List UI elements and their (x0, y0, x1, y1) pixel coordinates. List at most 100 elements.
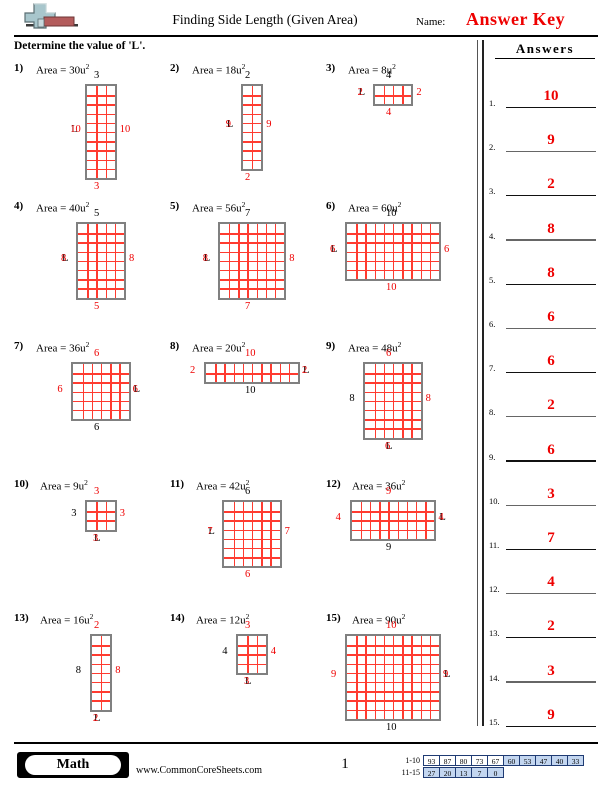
answer-value: 7 (547, 530, 555, 546)
answer-index: 1. (489, 98, 496, 108)
grid-line-horizontal (219, 270, 285, 272)
grid-line-horizontal (224, 511, 280, 513)
answers-heading: Answers (495, 41, 595, 59)
grid-line-vertical (251, 86, 254, 169)
answer-row: 1. 10 (489, 64, 601, 108)
side-label-answer-left: 9 (225, 119, 232, 131)
answer-index: 14. (489, 672, 500, 683)
answer-index: 8. (489, 407, 496, 418)
grid-line-horizontal (91, 700, 111, 702)
answer-value: 2 (547, 618, 555, 635)
grid-line-horizontal (347, 260, 439, 263)
answer-value: 6 (547, 441, 555, 458)
problem-area-label: Area = 20u2 (192, 340, 246, 355)
grid-line-horizontal (91, 645, 111, 647)
side-label-right: L9 (443, 669, 451, 681)
instruction-text: Determine the value of 'L'. (14, 40, 146, 52)
grid-rectangle (89, 634, 113, 712)
side-label-answer-bottom: 3 (243, 675, 250, 687)
problem-number: 14) (170, 612, 185, 624)
grid-line-horizontal (347, 233, 439, 235)
answer-value: 6 (547, 309, 555, 325)
answer-row: 10. 3 (489, 462, 601, 506)
problem-area-label: Area = 18u2 (192, 62, 246, 77)
subject-badge-label: Math (25, 755, 121, 775)
answer-index: 6. (489, 319, 496, 329)
grid-line-horizontal (365, 373, 421, 375)
grid-lines (374, 86, 412, 105)
footer-url: www.CommonCoreSheets.com (136, 765, 263, 776)
score-cell: 67 (487, 755, 504, 766)
problem-area-label: Area = 42u2 (196, 478, 250, 493)
side-label-answer-bottom: 3 (92, 532, 99, 544)
answer-index: 10. (489, 495, 500, 506)
area-grid-figure: 66L77 (207, 486, 289, 579)
answer-value: 8 (547, 220, 555, 237)
score-cell: 0 (487, 767, 504, 778)
grid-line-horizontal (365, 400, 421, 403)
grid-line-horizontal (351, 511, 435, 513)
grid-line-horizontal (87, 520, 115, 522)
side-label-answer-left: 6 (330, 243, 336, 255)
area-exponent: 2 (392, 62, 396, 71)
grid-line-horizontal (219, 251, 285, 253)
answer-index: 2. (489, 142, 496, 153)
problem-number: 13) (14, 612, 29, 624)
grid-line-horizontal (73, 382, 129, 384)
grid-lines (242, 86, 262, 169)
grid-line-horizontal (219, 242, 285, 244)
grid-lines (347, 224, 439, 280)
area-exponent: 2 (397, 340, 402, 349)
grid-line-horizontal (206, 373, 298, 375)
grid-line-horizontal (347, 691, 439, 693)
grid-line-horizontal (242, 159, 262, 161)
side-label-top: 6 (93, 348, 100, 359)
answer-row: 6. 6 (489, 285, 601, 329)
side-label-right: L2 (302, 365, 310, 377)
grid-line-horizontal (347, 672, 439, 675)
grid-line-horizontal (73, 391, 129, 393)
answer-row: 8. 2 (489, 373, 601, 418)
answer-key-badge: Answer Key (466, 9, 566, 29)
grid-line-horizontal (73, 373, 129, 375)
problem-number: 11) (170, 478, 185, 490)
area-exponent: 2 (401, 612, 406, 621)
problem-area-label: Area = 36u2 (36, 340, 90, 355)
grid-rectangle (76, 222, 126, 300)
grid-line-vertical (420, 636, 422, 719)
answer-index: 5. (489, 274, 496, 285)
grid-line-horizontal (347, 682, 439, 684)
page-number: 1 (341, 756, 349, 772)
problem-number: 15) (326, 612, 341, 624)
grid-lines (219, 224, 285, 298)
grid-line-horizontal (242, 104, 262, 106)
grid-line-horizontal (91, 682, 111, 684)
grid-line-horizontal (78, 279, 124, 281)
area-exponent: 2 (397, 200, 402, 209)
side-label-top: 10 (386, 620, 397, 631)
answer-row: 5. 8 (489, 241, 601, 285)
grid-rectangle (349, 500, 437, 541)
score-cell: 7 (471, 767, 488, 778)
side-label-bottom: 9 (385, 541, 392, 553)
grid-rectangle (222, 500, 282, 569)
side-label-top: 6 (385, 348, 392, 359)
area-grid-figure: 2L288 (76, 620, 121, 723)
grid-line-horizontal (238, 663, 266, 665)
side-label-right: 6 (444, 243, 450, 255)
grid-line-vertical (411, 636, 413, 719)
grid-line-horizontal (365, 428, 421, 430)
grid-line-vertical (365, 636, 367, 719)
score-cell: 40 (551, 755, 568, 766)
side-label-top: 9 (385, 486, 392, 497)
grid-line-horizontal (242, 150, 262, 152)
side-label-top: 6 (244, 486, 251, 497)
subject-badge: Math (17, 752, 129, 778)
answer-blank-line[interactable] (506, 725, 596, 727)
side-label-right: 2 (416, 87, 422, 99)
answer-index: 12. (489, 584, 500, 595)
answer-index: 13. (489, 628, 500, 639)
grid-line-horizontal (87, 168, 115, 171)
footer-divider (14, 742, 598, 744)
grid-line-horizontal (91, 663, 111, 665)
